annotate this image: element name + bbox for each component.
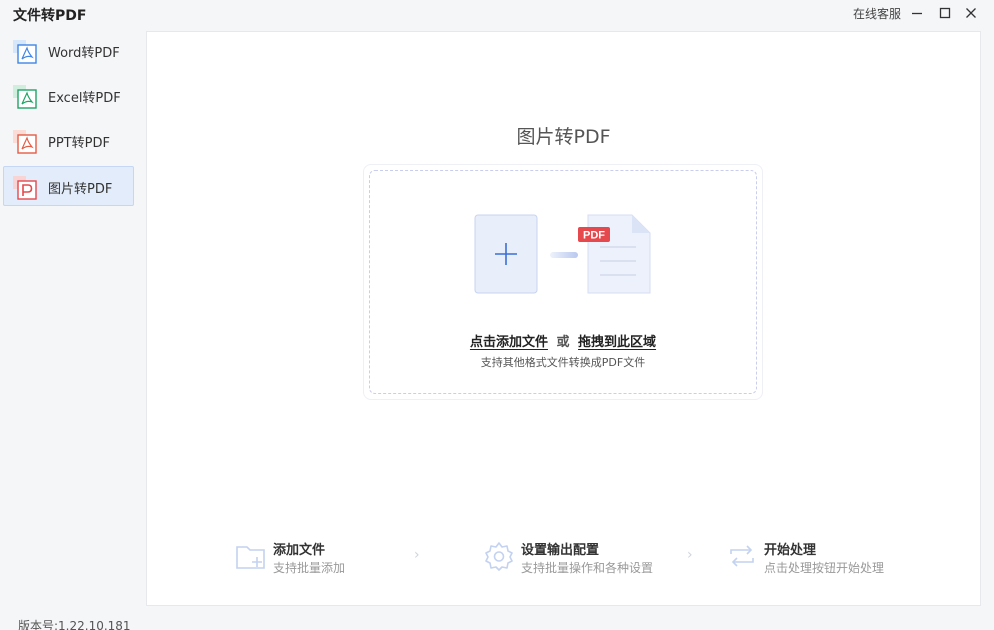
step-title: 添加文件 <box>273 543 326 558</box>
plus-icon <box>474 214 538 294</box>
main-panel: 图片转PDF PDF 点击添加文件 或 拖拽到此区域 支持其他格式文件转换成PD… <box>146 31 981 606</box>
drop-zone-frame: PDF 点击添加文件 或 拖拽到此区域 支持其他格式文件转换成PDF文件 <box>363 164 763 400</box>
step-add-files: 添加文件 支持批量添加 <box>235 532 435 582</box>
step-title: 开始处理 <box>764 543 817 558</box>
step-desc: 支持批量添加 <box>273 561 346 575</box>
close-icon <box>966 8 976 18</box>
file-drop-zone[interactable]: PDF 点击添加文件 或 拖拽到此区域 支持其他格式文件转换成PDF文件 <box>369 170 757 394</box>
version-label: 版本号:1.22.10.181 <box>18 619 131 630</box>
drop-hint: 支持其他格式文件转换成PDF文件 <box>480 356 646 369</box>
app-title: 文件转PDF <box>13 8 87 24</box>
step-desc: 支持批量操作和各种设置 <box>521 561 654 575</box>
drag-here-label: 拖拽到此区域 <box>578 335 657 350</box>
sidebar-item-excel-to-pdf[interactable]: Excel转PDF <box>3 75 134 115</box>
drop-instruction: 点击添加文件 或 拖拽到此区域 <box>370 331 756 350</box>
minimize-icon <box>912 12 922 15</box>
step-start-processing: 开始处理 点击处理按钮开始处理 <box>726 532 946 582</box>
image-to-pdf-icon <box>13 176 37 200</box>
sidebar-item-label: 图片转PDF <box>48 182 113 197</box>
title-bar: 文件转PDF 在线客服 <box>0 0 994 28</box>
step-title: 设置输出配置 <box>521 543 600 558</box>
chevron-right-icon: › <box>687 547 693 563</box>
minimize-button[interactable] <box>905 2 929 24</box>
maximize-icon <box>939 7 951 19</box>
repeat-icon <box>730 545 754 567</box>
sidebar: Word转PDF Excel转PDF PPT转PDF 图片转PDF <box>0 28 140 218</box>
maximize-button[interactable] <box>933 2 957 24</box>
sidebar-item-label: Excel转PDF <box>48 91 121 106</box>
chevron-right-icon: › <box>414 547 420 563</box>
sidebar-item-image-to-pdf[interactable]: 图片转PDF <box>3 166 134 206</box>
close-button[interactable] <box>959 2 983 24</box>
pdf-badge: PDF <box>583 230 605 242</box>
sidebar-item-label: Word转PDF <box>48 46 120 61</box>
online-support-link[interactable]: 在线客服 <box>853 5 901 22</box>
click-add-file-link[interactable]: 点击添加文件 <box>470 335 548 350</box>
step-output-settings: 设置输出配置 支持批量操作和各种设置 <box>483 532 683 582</box>
sidebar-item-label: PPT转PDF <box>48 136 110 151</box>
ppt-to-pdf-icon <box>13 130 37 154</box>
sidebar-item-ppt-to-pdf[interactable]: PPT转PDF <box>3 120 134 160</box>
folder-add-icon <box>236 546 265 569</box>
add-file-illustration: PDF <box>474 214 651 294</box>
or-label: 或 <box>556 335 570 350</box>
gear-icon <box>485 542 513 571</box>
sidebar-item-word-to-pdf[interactable]: Word转PDF <box>3 30 134 70</box>
pdf-document-icon: PDF <box>578 214 651 294</box>
page-title: 图片转PDF <box>516 126 611 148</box>
word-to-pdf-icon <box>13 40 37 64</box>
step-desc: 点击处理按钮开始处理 <box>764 561 885 575</box>
excel-to-pdf-icon <box>13 85 37 109</box>
